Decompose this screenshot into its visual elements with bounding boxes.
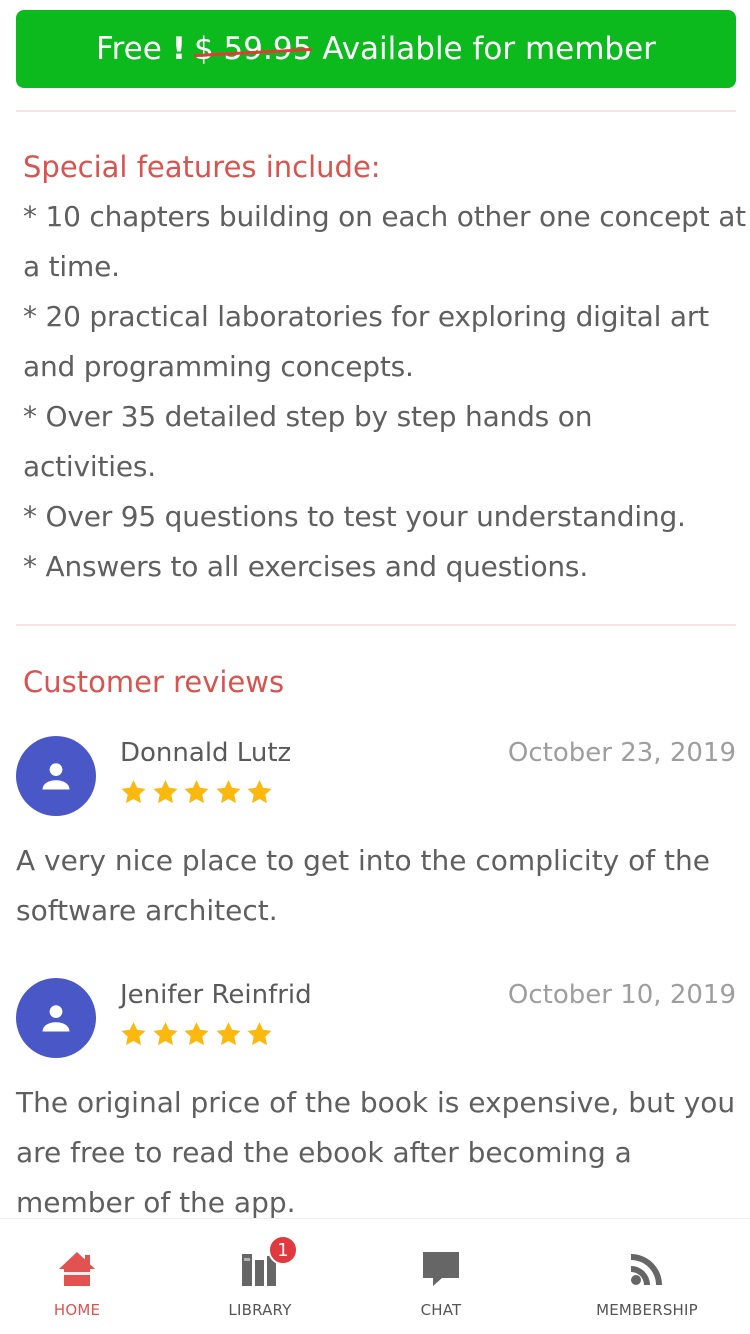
free-for-member-button[interactable]: Free ! $ 59.95 Available for member [16, 10, 736, 88]
features-heading: Special features include: [23, 150, 381, 184]
tab-chat-label: CHAT [420, 1301, 462, 1319]
cta-exclaim: ! [171, 31, 186, 67]
tab-membership[interactable]: MEMBERSHIP [572, 1219, 722, 1334]
star-icon [184, 780, 209, 804]
avatar [16, 736, 96, 816]
reviewer-name: Jenifer Reinfrid [120, 980, 312, 1010]
star-icon [121, 780, 146, 804]
reviewer-name: Donnald Lutz [120, 738, 292, 768]
star-icon [152, 1022, 178, 1046]
feature-item: * Over 35 detailed step by step hands on… [23, 400, 593, 483]
user-icon [42, 1005, 70, 1032]
rating-stars [118, 1020, 276, 1048]
star-icon [121, 1022, 146, 1046]
user-icon [42, 763, 70, 790]
chat-icon [423, 1252, 459, 1286]
divider [16, 624, 736, 626]
star-icon [247, 780, 272, 804]
divider [16, 110, 736, 112]
review-date: October 23, 2019 [507, 738, 736, 768]
review-date: October 10, 2019 [507, 980, 736, 1010]
star-icon [215, 780, 241, 804]
bottom-tab-bar: HOME 1 LIBRARY CHAT MEMBERSHIP [0, 1218, 750, 1334]
cta-free-text: Free [96, 31, 162, 67]
tab-library-label: LIBRARY [228, 1301, 292, 1319]
tab-home[interactable]: HOME [2, 1219, 152, 1334]
tab-chat[interactable]: CHAT [366, 1219, 516, 1334]
review-text: The original price of the book is expens… [16, 1086, 736, 1219]
star-icon [215, 1022, 241, 1046]
feature-item: * Answers to all exercises and questions… [23, 550, 589, 583]
star-icon [152, 780, 178, 804]
star-icon [184, 1022, 209, 1046]
library-badge: 1 [268, 1235, 298, 1265]
rating-stars [118, 778, 276, 806]
cta-old-price: $ 59.95 [193, 31, 313, 67]
reviews-title: Customer reviews [23, 665, 285, 699]
tab-library[interactable]: 1 LIBRARY [185, 1219, 335, 1334]
rss-icon [631, 1254, 662, 1285]
feature-item: * 20 practical laboratories for explorin… [23, 300, 709, 383]
star-icon [247, 1022, 272, 1046]
home-icon [59, 1252, 95, 1286]
feature-item: * Over 95 questions to test your underst… [23, 500, 686, 533]
avatar [16, 978, 96, 1058]
tab-home-label: HOME [53, 1301, 101, 1319]
feature-item: * 10 chapters building on each other one… [23, 200, 746, 283]
review-text: A very nice place to get into the compli… [16, 844, 710, 927]
features-section: Special features include: * 10 chapters … [23, 142, 750, 592]
cta-available-text: Available for member [322, 31, 656, 67]
tab-membership-label: MEMBERSHIP [596, 1301, 698, 1319]
